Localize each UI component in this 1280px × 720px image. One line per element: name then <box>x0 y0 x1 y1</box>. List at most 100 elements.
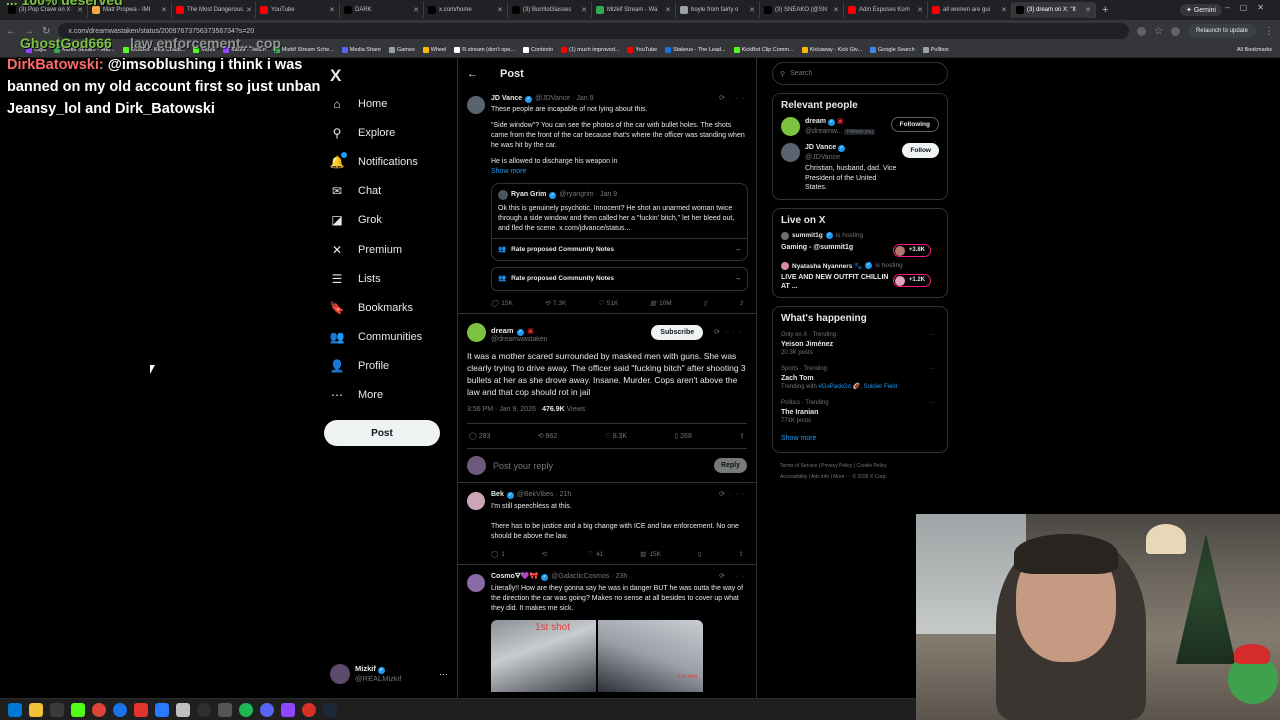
sidebar-item-communities[interactable]: 👥 Communities <box>324 323 454 352</box>
sidebar-item-explore[interactable]: ⚲ Explore <box>324 118 454 147</box>
author-name[interactable]: JD Vance <box>491 94 522 104</box>
browser-tab[interactable]: The Most Dangerous ✕ <box>172 2 256 18</box>
reply-count[interactable]: ◯ 283 <box>469 432 490 440</box>
bookmark-item[interactable]: KickBot Clip Comm... <box>733 46 794 53</box>
like-count[interactable]: ♡ 41 <box>587 550 603 560</box>
tab-close-icon[interactable]: ✕ <box>749 6 755 14</box>
extension-icon[interactable] <box>1136 26 1146 36</box>
bookmark-item[interactable]: Pullbox <box>922 46 949 53</box>
sidebar-item-premium[interactable]: ✕ Premium <box>324 235 454 264</box>
browser-tab[interactable]: boyle from fairly o ✕ <box>676 2 760 18</box>
live-item[interactable]: summit1g ✓ is hosting Gaming - @summit1g … <box>781 231 939 257</box>
tab-close-icon[interactable]: ✕ <box>1085 6 1091 14</box>
browser-tab[interactable]: YouTube ✕ <box>256 2 340 18</box>
bookmark-item[interactable]: Kickaway - Kick Giv... <box>801 46 862 53</box>
sidebar-item-lists[interactable]: ☰ Lists <box>324 264 454 293</box>
browser-tab[interactable]: all women are gui ✕ <box>928 2 1012 18</box>
bookmark-item[interactable]: Media Share <box>341 46 381 53</box>
share-icon[interactable]: ⇪ <box>739 550 744 560</box>
bookmark-item[interactable]: Games <box>388 46 415 53</box>
media-image[interactable]: 2nd shot <box>598 620 703 692</box>
community-notes-row[interactable]: 👥 Rate proposed Community Notes → <box>492 268 747 290</box>
post-actions-icon[interactable]: ⟳··· <box>714 328 747 336</box>
parent-post[interactable]: JD Vance ✓ @JDVance · Jan 9 ⟳··· These p… <box>458 90 756 313</box>
account-switcher[interactable]: Mizkif ✓ @REALMizkif ··· <box>330 661 448 687</box>
steam-icon[interactable] <box>323 702 337 717</box>
browser-tab[interactable]: (3) dream on X: "It ✕ <box>1012 2 1096 18</box>
relaunch-button[interactable]: Relaunch to update <box>1187 24 1256 38</box>
forward-arrow-icon[interactable]: → <box>24 26 34 37</box>
x-logo[interactable]: X <box>330 66 341 86</box>
tab-close-icon[interactable]: ✕ <box>246 6 252 14</box>
file-explorer-icon[interactable] <box>29 702 43 717</box>
like-count[interactable]: ♡ 8.3K <box>604 432 627 440</box>
app-icon[interactable] <box>302 702 316 717</box>
app-icon[interactable] <box>155 702 169 717</box>
live-listener-count[interactable]: +1.2K <box>892 273 931 287</box>
bookmark-item[interactable]: Mizkif Stream Sche... <box>273 46 334 53</box>
follow-button[interactable]: Follow <box>902 143 939 158</box>
gemini-button[interactable]: ✦ Gemini <box>1180 4 1222 16</box>
tab-close-icon[interactable]: ✕ <box>413 6 419 14</box>
repost-count[interactable]: ⟲ 7.3K <box>544 299 566 309</box>
author-name[interactable]: Cosmo🜃💜🎀 <box>491 572 538 582</box>
tab-close-icon[interactable]: ✕ <box>497 6 503 14</box>
kick-icon[interactable] <box>71 702 85 717</box>
twitch-icon[interactable] <box>281 702 295 717</box>
browser-tab[interactable]: (3) Pop Crave on X ✕ <box>4 2 88 18</box>
all-bookmarks-button[interactable]: All Bookmarks <box>1237 47 1272 53</box>
trend-link[interactable]: #GoPackGo 🏈, Soldier Field <box>818 384 897 390</box>
window-controls[interactable]: –▢✕ <box>1225 3 1274 12</box>
reply-post[interactable]: Bek ✓ @BekVibes · 21h ⟳··· I'm still spe… <box>458 483 756 565</box>
sidebar-item-chat[interactable]: ✉ Chat <box>324 177 454 206</box>
post-button[interactable]: Post <box>324 420 440 446</box>
community-notes-row[interactable]: 👥 Rate proposed Community Notes → <box>492 238 747 260</box>
footer-line[interactable]: Terms of Service | Privacy Policy | Cook… <box>780 461 948 472</box>
post-media[interactable]: 1st shot 2nd shot <box>491 620 703 692</box>
bookmark-item[interactable]: Mizkif <box>193 46 215 53</box>
repost-count[interactable]: ⟲ 862 <box>538 432 558 440</box>
sidebar-item-profile[interactable]: 👤 Profile <box>324 352 454 381</box>
avatar[interactable] <box>467 574 485 592</box>
browser-tab[interactable]: (3) SNEAKO (@SN ✕ <box>760 2 844 18</box>
community-notes-box[interactable]: 👥 Rate proposed Community Notes → <box>491 267 748 291</box>
bookmark-item[interactable]: Google Search <box>870 46 915 53</box>
star-icon[interactable]: ☆ <box>1154 26 1163 37</box>
more-dots-icon[interactable]: ··· <box>929 331 935 340</box>
reply-post[interactable]: Cosmo🜃💜🎀 ✓ @GalacticCosmos · 23h ⟳··· Li… <box>458 565 756 696</box>
bookmark-item[interactable]: YouTube <box>627 46 657 53</box>
live-item[interactable]: Nyatasha Nyanners 🐾 ✓ is hosting LIVE AND… <box>781 261 939 291</box>
tab-close-icon[interactable]: ✕ <box>77 6 83 14</box>
tab-close-icon[interactable]: ✕ <box>665 6 671 14</box>
reload-icon[interactable]: ↻ <box>42 26 50 37</box>
more-dots-icon[interactable]: ··· <box>439 669 448 679</box>
browser-tab[interactable]: (3) BurritoGlasses ✕ <box>508 2 592 18</box>
new-tab-icon[interactable]: + <box>1102 4 1108 16</box>
bookmark-icon[interactable]: ▯ <box>698 550 702 560</box>
browser-tab[interactable]: Matt Propwa - IMI ✕ <box>88 2 172 18</box>
search-field[interactable]: ⚲ Search <box>772 62 948 85</box>
chrome-icon[interactable] <box>92 702 106 717</box>
tab-close-icon[interactable]: ✕ <box>833 6 839 14</box>
view-count[interactable]: ▥ 15K <box>640 550 661 560</box>
post-actions-icon[interactable]: ⟳··· <box>719 572 748 582</box>
sidebar-item-home[interactable]: ⌂ Home <box>324 89 454 118</box>
author-name[interactable]: dream <box>491 326 514 335</box>
bookmark-item[interactable]: Wheel <box>422 46 446 53</box>
more-dots-icon[interactable]: ··· <box>929 399 935 408</box>
footer-line[interactable]: Accessibility | Ads info | More ··· © 20… <box>780 472 948 483</box>
author-name[interactable]: Bek <box>491 490 504 500</box>
spotify-icon[interactable] <box>239 702 253 717</box>
bookmark-item[interactable]: Mizkif Stream - Wat... <box>54 46 115 53</box>
bookmark-item[interactable]: R.stream (don't ope... <box>454 46 515 53</box>
live-listener-count[interactable]: +3.8K <box>892 243 931 257</box>
bookmark-item[interactable]: (1) much improved... <box>561 46 619 53</box>
bookmark-item[interactable]: Contexto <box>523 46 553 53</box>
bookmark-item[interactable]: KickBot - Kick Chatb... <box>122 46 185 53</box>
trend-item[interactable]: Only on X · Trending Yeison Jiménez 20.3… <box>781 331 939 358</box>
app-icon[interactable] <box>218 702 232 717</box>
person-name[interactable]: dream <box>805 118 826 125</box>
browser-tab[interactable]: x.com/home ✕ <box>424 2 508 18</box>
reply-input[interactable]: Post your reply <box>493 461 553 471</box>
bookmark-count[interactable]: ▯ 268 <box>674 432 691 440</box>
